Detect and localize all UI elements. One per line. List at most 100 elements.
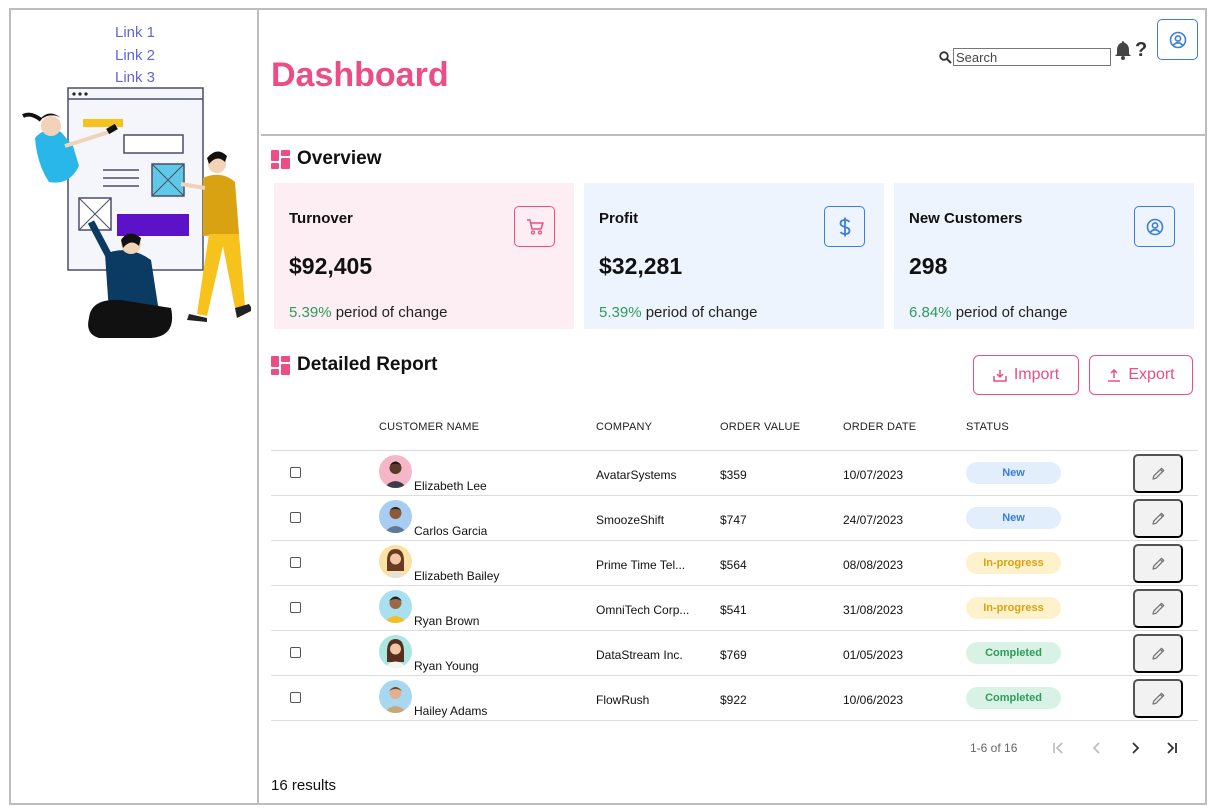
card-label: New Customers xyxy=(909,210,1023,227)
edit-button[interactable] xyxy=(1133,679,1183,718)
customer-name: Carlos Garcia xyxy=(414,524,488,538)
pagination-range: 1-6 of 16 xyxy=(970,741,1018,755)
customer-name: Ryan Young xyxy=(414,659,479,673)
card-label: Profit xyxy=(599,210,639,227)
status-badge: In-progress xyxy=(966,552,1061,574)
profit-card: Profit $32,281 5.39% period of change xyxy=(584,183,884,329)
status-badge: Completed xyxy=(966,642,1061,664)
sidebar-link-2[interactable]: Link 2 xyxy=(11,45,259,68)
first-page-icon[interactable] xyxy=(1049,738,1069,758)
pencil-icon xyxy=(1151,512,1164,525)
cart-icon xyxy=(514,206,555,247)
page-title: Dashboard xyxy=(271,56,449,94)
export-button[interactable]: Export xyxy=(1089,355,1193,395)
table-row: Elizabeth Bailey Prime Time Tel... $564 … xyxy=(271,541,1198,586)
row-checkbox[interactable] xyxy=(290,557,301,568)
app-frame: Link 1 Link 2 Link 3 Dashboard Search ? … xyxy=(9,8,1207,805)
edit-button[interactable] xyxy=(1133,589,1183,628)
pencil-icon xyxy=(1151,602,1164,615)
row-checkbox[interactable] xyxy=(290,602,301,613)
avatar xyxy=(379,680,412,713)
dollar-icon xyxy=(824,206,865,247)
customer-name: Elizabeth Lee xyxy=(414,479,487,493)
profile-button[interactable] xyxy=(1157,19,1198,60)
sidebar: Link 1 Link 2 Link 3 xyxy=(11,10,259,803)
order-date: 08/08/2023 xyxy=(843,558,904,572)
help-icon[interactable]: ? xyxy=(1135,39,1147,62)
avatar xyxy=(379,500,412,533)
dashboard-icon xyxy=(271,149,290,169)
avatar xyxy=(379,635,412,668)
order-date: 10/07/2023 xyxy=(843,468,904,482)
team-illustration xyxy=(22,87,251,338)
main-content: Dashboard ? xyxy=(261,10,1205,803)
table-row: Carlos Garcia SmoozeShift $747 24/07/202… xyxy=(271,496,1198,541)
import-icon xyxy=(993,369,1007,382)
card-change: 5.39% period of change xyxy=(599,304,757,321)
edit-button[interactable] xyxy=(1133,544,1183,583)
order-date: 31/08/2023 xyxy=(843,603,904,617)
overview-heading: Overview xyxy=(271,148,382,170)
company: SmoozeShift xyxy=(596,513,665,527)
order-date: 24/07/2023 xyxy=(843,513,904,527)
column-status[interactable]: STATUS xyxy=(966,421,1009,433)
order-value: $747 xyxy=(720,513,747,527)
search-bar xyxy=(939,48,1111,66)
order-value: $769 xyxy=(720,648,747,662)
order-date: 10/06/2023 xyxy=(843,693,904,707)
prev-page-icon[interactable] xyxy=(1087,738,1107,758)
row-checkbox[interactable] xyxy=(290,467,301,478)
row-checkbox[interactable] xyxy=(290,512,301,523)
customer-name: Hailey Adams xyxy=(414,704,488,718)
overview-title: Overview xyxy=(297,148,382,169)
edit-button[interactable] xyxy=(1133,499,1183,538)
column-order-value[interactable]: ORDER VALUE xyxy=(720,421,800,433)
user-circle-icon xyxy=(1169,31,1186,48)
search-input[interactable] xyxy=(953,48,1111,66)
report-title: Detailed Report xyxy=(297,354,438,375)
table-row: Elizabeth Lee AvatarSystems $359 10/07/2… xyxy=(271,451,1198,496)
customer-name: Elizabeth Bailey xyxy=(414,569,500,583)
row-checkbox[interactable] xyxy=(290,692,301,703)
avatar xyxy=(379,545,412,578)
status-badge: Completed xyxy=(966,687,1061,709)
edit-button[interactable] xyxy=(1133,454,1183,493)
bell-icon[interactable] xyxy=(1114,40,1132,60)
import-button[interactable]: Import xyxy=(973,355,1079,395)
new-customers-card: New Customers 298 6.84% period of change xyxy=(894,183,1194,329)
status-badge: New xyxy=(966,462,1061,484)
avatar xyxy=(379,455,412,488)
pencil-icon xyxy=(1151,692,1164,705)
pencil-icon xyxy=(1151,467,1164,480)
table-row: Hailey Adams FlowRush $922 10/06/2023 Co… xyxy=(271,676,1198,721)
pagination: 1-6 of 16 xyxy=(261,738,1205,758)
sidebar-link-1[interactable]: Link 1 xyxy=(11,22,259,45)
dashboard-icon xyxy=(271,355,290,375)
next-page-icon[interactable] xyxy=(1125,738,1145,758)
report-heading: Detailed Report xyxy=(271,354,437,376)
company: OmniTech Corp... xyxy=(596,603,690,617)
last-page-icon[interactable] xyxy=(1161,738,1181,758)
column-customer-name[interactable]: CUSTOMER NAME xyxy=(379,421,479,433)
status-badge: In-progress xyxy=(966,597,1061,619)
order-value: $359 xyxy=(720,468,747,482)
upload-icon xyxy=(1108,368,1121,382)
table-row: Ryan Brown OmniTech Corp... $541 31/08/2… xyxy=(271,586,1198,631)
column-order-date[interactable]: ORDER DATE xyxy=(843,421,916,433)
edit-button[interactable] xyxy=(1133,634,1183,673)
change-percent: 5.39% xyxy=(599,304,642,321)
overview-cards: Turnover $92,405 5.39% period of change … xyxy=(274,183,1194,329)
order-value: $541 xyxy=(720,603,747,617)
change-text: period of change xyxy=(331,304,448,321)
column-company[interactable]: COMPANY xyxy=(596,421,652,433)
pencil-icon xyxy=(1151,557,1164,570)
export-label: Export xyxy=(1128,366,1175,383)
avatar xyxy=(379,590,412,623)
change-percent: 6.84% xyxy=(909,304,952,321)
row-checkbox[interactable] xyxy=(290,647,301,658)
card-value: $92,405 xyxy=(289,253,373,279)
company: DataStream Inc. xyxy=(596,648,683,662)
table-body: Elizabeth Lee AvatarSystems $359 10/07/2… xyxy=(271,451,1198,721)
card-value: $32,281 xyxy=(599,253,683,279)
order-value: $564 xyxy=(720,558,747,572)
